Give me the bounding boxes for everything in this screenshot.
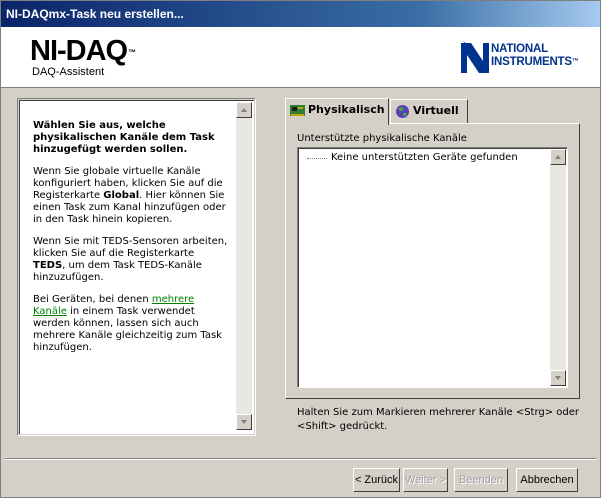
ni-eagle-icon [461, 41, 489, 73]
brand-trademark: ™ [571, 58, 579, 65]
teds-keyword: TEDS [33, 260, 63, 271]
cancel-button[interactable]: Abbrechen [516, 468, 578, 492]
tab-virtuell[interactable]: Virtuell [390, 99, 468, 123]
national-instruments-logo: NATIONAL INSTRUMENTS™ [461, 41, 591, 77]
footer-divider [5, 458, 596, 460]
header-banner: NI-DAQ™ DAQ-Assistent NATIONAL INSTRUMEN… [1, 27, 600, 88]
help-text: Wählen Sie aus, welche physikalischen Ka… [33, 120, 229, 364]
global-keyword: Global [103, 190, 140, 201]
help-paragraph-multichannel: Bei Geräten, bei denen mehrere Kanäle in… [33, 294, 229, 354]
brand-line-1: NATIONAL [491, 43, 548, 55]
channel-tree[interactable]: Keine unterstützten Geräte gefunden [297, 147, 568, 388]
daq-board-icon [290, 105, 305, 116]
arrow-down-icon [555, 376, 561, 380]
help-scrollbar[interactable] [236, 102, 252, 430]
help-paragraph-global: Wenn Sie globale virtuelle Kanäle konfig… [33, 166, 229, 226]
finish-button[interactable]: Beenden [454, 468, 508, 492]
scroll-up-button[interactable] [550, 149, 566, 165]
tree-item-no-devices[interactable]: Keine unterstützten Geräte gefunden [331, 152, 518, 163]
help-lead: Wählen Sie aus, welche physikalischen Ka… [33, 120, 215, 155]
arrow-up-icon [241, 108, 247, 112]
help-panel: Wählen Sie aus, welche physikalischen Ka… [17, 98, 256, 436]
scroll-up-button[interactable] [236, 102, 252, 118]
back-button[interactable]: < Zurück [353, 468, 400, 492]
help-text-span: Wenn Sie mit TEDS-Sensoren arbeiten, kli… [33, 236, 228, 259]
wizard-window: NI-DAQmx-Task neu erstellen... NI-DAQ™ D… [0, 0, 601, 498]
tab-label: Virtuell [413, 104, 459, 117]
tree-scrollbar[interactable] [550, 149, 566, 386]
scroll-down-button[interactable] [236, 414, 252, 430]
next-button[interactable]: Weiter > [403, 468, 448, 492]
window-title: NI-DAQmx-Task neu erstellen... [6, 7, 184, 21]
ni-daq-logo: NI-DAQ™ [30, 35, 136, 67]
arrow-down-icon [241, 420, 247, 424]
title-bar[interactable]: NI-DAQmx-Task neu erstellen... [1, 1, 600, 27]
channels-label: Unterstützte physikalische Kanäle [297, 133, 467, 144]
trademark: ™ [128, 48, 136, 57]
brand-line-2: INSTRUMENTS [491, 56, 572, 68]
scroll-down-button[interactable] [550, 370, 566, 386]
arrow-up-icon [555, 155, 561, 159]
tree-connector [307, 158, 327, 159]
globe-icon [396, 105, 409, 118]
tab-physikalisch[interactable]: Physikalisch [285, 98, 389, 125]
product-subtitle: DAQ-Assistent [32, 66, 105, 78]
product-name: NI-DAQ [30, 35, 128, 67]
help-paragraph-teds: Wenn Sie mit TEDS-Sensoren arbeiten, kli… [33, 236, 229, 284]
tab-label: Physikalisch [308, 103, 385, 116]
selection-hint: Halten Sie zum Markieren mehrerer Kanäle… [297, 407, 580, 432]
channel-tab-panel: Unterstützte physikalische Kanäle Keine … [285, 123, 580, 399]
help-text-span: Bei Geräten, bei denen [33, 294, 152, 305]
